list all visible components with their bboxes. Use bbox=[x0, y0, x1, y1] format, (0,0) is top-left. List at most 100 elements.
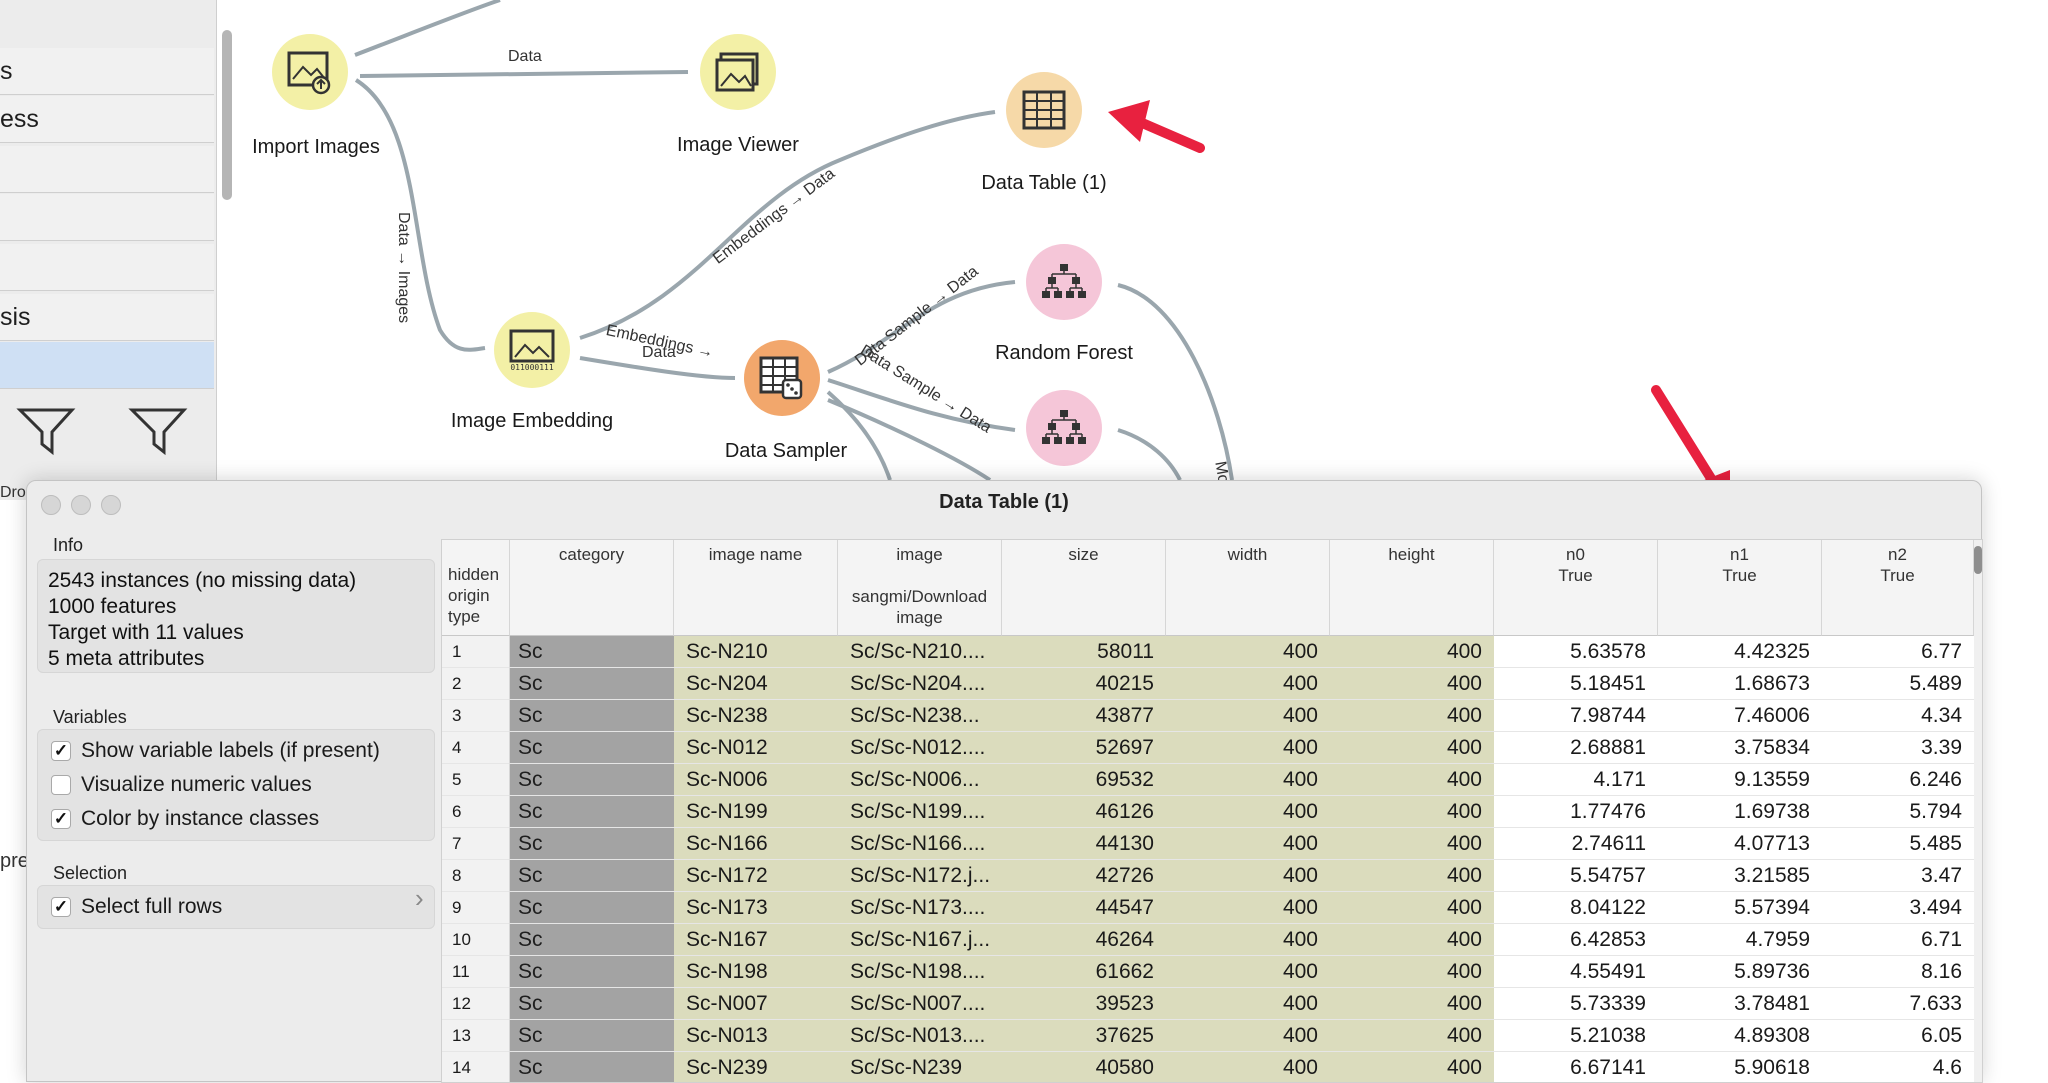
category-item-5[interactable] bbox=[0, 244, 214, 291]
table-cell[interactable]: Sc bbox=[510, 828, 674, 860]
table-cell[interactable]: Sc bbox=[510, 700, 674, 732]
table-cell[interactable]: 7.46006 bbox=[1658, 700, 1822, 732]
table-cell[interactable]: 44547 bbox=[1002, 892, 1166, 924]
row-index-cell[interactable]: 14 bbox=[442, 1052, 510, 1082]
table-cell[interactable]: Sc-N199 bbox=[674, 796, 838, 828]
show-variable-labels-checkbox[interactable]: ✓ Show variable labels (if present) bbox=[51, 739, 380, 763]
row-index-cell[interactable]: 12 bbox=[442, 988, 510, 1020]
row-index-cell[interactable]: 8 bbox=[442, 860, 510, 892]
table-cell[interactable]: 6.42853 bbox=[1494, 924, 1658, 956]
row-index-cell[interactable]: 9 bbox=[442, 892, 510, 924]
collapse-panel-chevron-icon[interactable]: › bbox=[415, 883, 424, 914]
table-cell[interactable]: 5.489 bbox=[1822, 668, 1974, 700]
table-cell[interactable]: 7.633 bbox=[1822, 988, 1974, 1020]
table-cell[interactable]: 2.74611 bbox=[1494, 828, 1658, 860]
table-cell[interactable]: Sc bbox=[510, 636, 674, 668]
row-index-cell[interactable]: 13 bbox=[442, 1020, 510, 1052]
table-cell[interactable]: 6.246 bbox=[1822, 764, 1974, 796]
table-row[interactable]: 10 Sc Sc-N167 Sc/Sc-N167.j... 46264 400 400 6.4… bbox=[442, 924, 1982, 956]
table-cell[interactable]: 400 bbox=[1166, 668, 1330, 700]
select-full-rows-checkbox[interactable]: ✓ Select full rows bbox=[51, 895, 222, 919]
row-index-cell[interactable]: 5 bbox=[442, 764, 510, 796]
table-cell[interactable]: 4.34 bbox=[1822, 700, 1974, 732]
table-cell[interactable]: 400 bbox=[1166, 956, 1330, 988]
table-cell[interactable]: 4.89308 bbox=[1658, 1020, 1822, 1052]
table-cell[interactable]: 400 bbox=[1166, 892, 1330, 924]
table-cell[interactable]: 400 bbox=[1330, 636, 1494, 668]
table-cell[interactable]: Sc-N238 bbox=[674, 700, 838, 732]
table-cell[interactable]: Sc-N210 bbox=[674, 636, 838, 668]
category-item-selected[interactable] bbox=[0, 342, 214, 389]
table-cell[interactable]: 5.89736 bbox=[1658, 956, 1822, 988]
table-cell[interactable]: Sc-N239 bbox=[674, 1052, 838, 1082]
table-cell[interactable]: 400 bbox=[1166, 636, 1330, 668]
table-row[interactable]: 7 Sc Sc-N166 Sc/Sc-N166.... 44130 400 400 2.746… bbox=[442, 828, 1982, 860]
table-cell[interactable]: Sc bbox=[510, 956, 674, 988]
table-cell[interactable]: 400 bbox=[1166, 924, 1330, 956]
table-cell[interactable]: 400 bbox=[1330, 796, 1494, 828]
table-cell[interactable]: 3.494 bbox=[1822, 892, 1974, 924]
table-cell[interactable]: Sc-N013 bbox=[674, 1020, 838, 1052]
table-cell[interactable]: Sc/Sc-N012.... bbox=[838, 732, 1002, 764]
table-cell[interactable]: Sc/Sc-N204.... bbox=[838, 668, 1002, 700]
table-cell[interactable]: 400 bbox=[1330, 924, 1494, 956]
table-cell[interactable]: 4.6 bbox=[1822, 1052, 1974, 1082]
table-cell[interactable]: Sc/Sc-N239 bbox=[838, 1052, 1002, 1082]
table-cell[interactable]: 52697 bbox=[1002, 732, 1166, 764]
table-cell[interactable]: Sc bbox=[510, 860, 674, 892]
table-cell[interactable]: Sc/Sc-N173.... bbox=[838, 892, 1002, 924]
table-cell[interactable]: 400 bbox=[1166, 860, 1330, 892]
row-index-cell[interactable]: 11 bbox=[442, 956, 510, 988]
table-cell[interactable]: 6.67141 bbox=[1494, 1052, 1658, 1082]
table-cell[interactable]: 3.39 bbox=[1822, 732, 1974, 764]
table-cell[interactable]: 400 bbox=[1166, 988, 1330, 1020]
table-cell[interactable]: Sc/Sc-N166.... bbox=[838, 828, 1002, 860]
table-cell[interactable]: 43877 bbox=[1002, 700, 1166, 732]
table-cell[interactable]: 400 bbox=[1330, 892, 1494, 924]
table-row[interactable]: 12 Sc Sc-N007 Sc/Sc-N007.... 39523 400 400 5.73… bbox=[442, 988, 1982, 1020]
table-cell[interactable]: 5.57394 bbox=[1658, 892, 1822, 924]
table-cell[interactable]: 1.69738 bbox=[1658, 796, 1822, 828]
table-cell[interactable]: 4.42325 bbox=[1658, 636, 1822, 668]
category-item-3[interactable] bbox=[0, 146, 214, 193]
table-row[interactable]: 3 Sc Sc-N238 Sc/Sc-N238... 43877 400 400 7.9874… bbox=[442, 700, 1982, 732]
row-index-cell[interactable]: 2 bbox=[442, 668, 510, 700]
table-cell[interactable]: Sc/Sc-N006... bbox=[838, 764, 1002, 796]
table-cell[interactable]: 400 bbox=[1330, 828, 1494, 860]
table-cell[interactable]: 5.21038 bbox=[1494, 1020, 1658, 1052]
category-item-4[interactable] bbox=[0, 194, 214, 241]
table-cell[interactable]: Sc-N204 bbox=[674, 668, 838, 700]
table-cell[interactable]: 5.54757 bbox=[1494, 860, 1658, 892]
table-cell[interactable]: 1.68673 bbox=[1658, 668, 1822, 700]
table-cell[interactable]: 400 bbox=[1166, 1052, 1330, 1082]
table-cell[interactable]: 39523 bbox=[1002, 988, 1166, 1020]
table-cell[interactable]: Sc/Sc-N199.... bbox=[838, 796, 1002, 828]
table-row[interactable]: 2 Sc Sc-N204 Sc/Sc-N204.... 40215 400 400 5.184… bbox=[442, 668, 1982, 700]
table-cell[interactable]: 400 bbox=[1166, 828, 1330, 860]
column-header-size[interactable]: size bbox=[1002, 540, 1166, 636]
data-table-window[interactable]: Data Table (1) Info 2543 instances (no m… bbox=[26, 480, 1983, 1083]
table-row[interactable]: 14 Sc Sc-N239 Sc/Sc-N239 40580 400 400 6.67141 5… bbox=[442, 1052, 1982, 1082]
table-cell[interactable]: 400 bbox=[1166, 1020, 1330, 1052]
category-item-1[interactable]: s bbox=[0, 48, 214, 95]
table-cell[interactable]: Sc bbox=[510, 668, 674, 700]
table-row[interactable]: 4 Sc Sc-N012 Sc/Sc-N012.... 52697 400 400 2.688… bbox=[442, 732, 1982, 764]
table-cell[interactable]: Sc/Sc-N013.... bbox=[838, 1020, 1002, 1052]
table-cell[interactable]: 8.16 bbox=[1822, 956, 1974, 988]
table-cell[interactable]: 7.98744 bbox=[1494, 700, 1658, 732]
column-header-image-name[interactable]: image name bbox=[674, 540, 838, 636]
table-cell[interactable]: 4.171 bbox=[1494, 764, 1658, 796]
row-index-cell[interactable]: 6 bbox=[442, 796, 510, 828]
table-cell[interactable]: Sc/Sc-N172.j... bbox=[838, 860, 1002, 892]
table-cell[interactable]: Sc-N173 bbox=[674, 892, 838, 924]
table-cell[interactable]: 400 bbox=[1166, 764, 1330, 796]
table-row[interactable]: 8 Sc Sc-N172 Sc/Sc-N172.j... 42726 400 400 5.54… bbox=[442, 860, 1982, 892]
table-cell[interactable]: 400 bbox=[1330, 700, 1494, 732]
table-cell[interactable]: 3.47 bbox=[1822, 860, 1974, 892]
table-cell[interactable]: 3.21585 bbox=[1658, 860, 1822, 892]
table-cell[interactable]: Sc-N012 bbox=[674, 732, 838, 764]
table-cell[interactable]: 61662 bbox=[1002, 956, 1166, 988]
category-item-2[interactable]: ess bbox=[0, 96, 214, 143]
table-cell[interactable]: 5.18451 bbox=[1494, 668, 1658, 700]
column-header-image[interactable]: image sangmi/Download image bbox=[838, 540, 1002, 636]
